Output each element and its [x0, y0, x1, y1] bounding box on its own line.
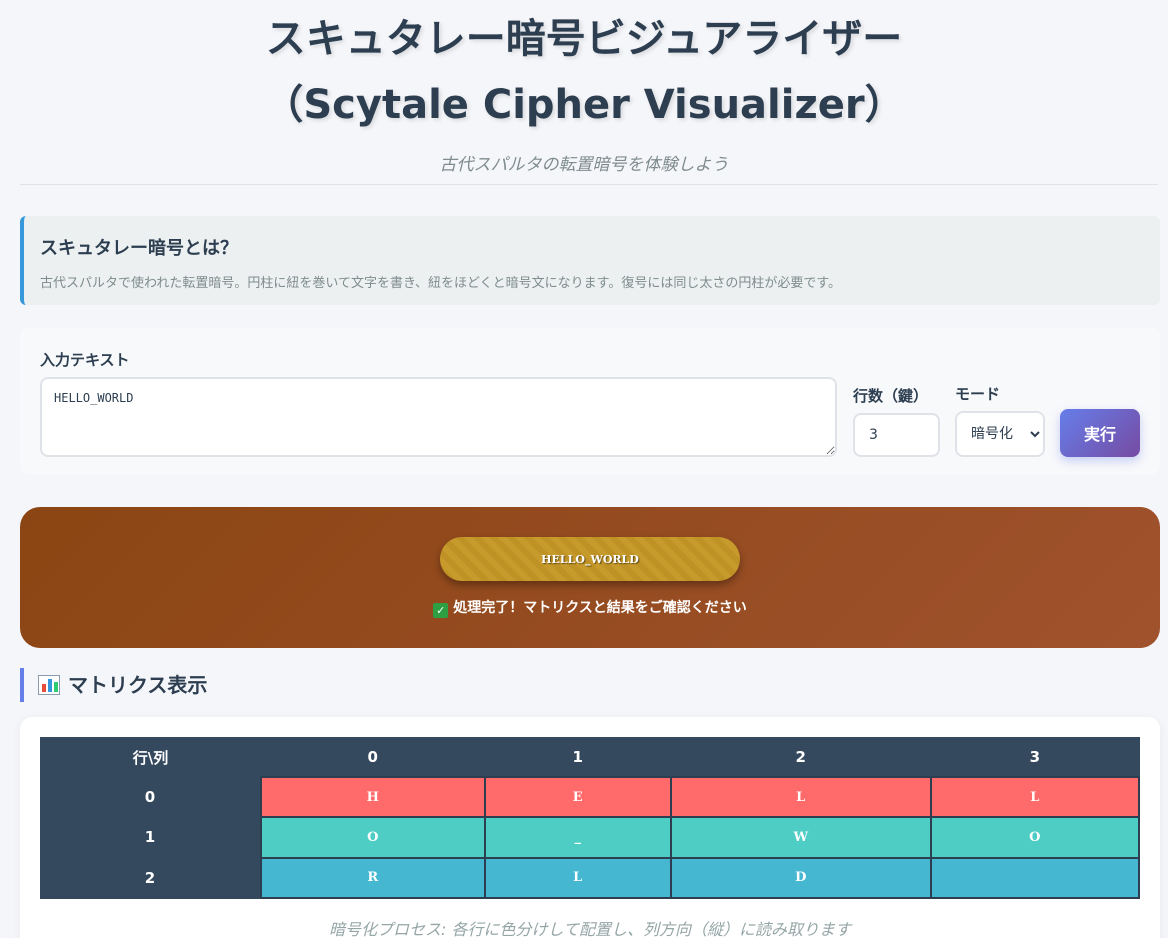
matrix-cell: R [260, 856, 486, 900]
matrix-row: 2 R L D [40, 856, 1141, 900]
matrix-section-title: マトリクス表示 [20, 668, 207, 702]
matrix-row-header: 0 [144, 788, 156, 807]
execute-button[interactable]: 実行 [1060, 409, 1140, 457]
input-text-label: 入力テキスト [40, 351, 130, 369]
matrix-cell: D [669, 856, 932, 900]
check-icon: ✓ [433, 603, 449, 618]
matrix-card: 行\列 0 1 2 3 0 H E L L 1 O _ W O 2 R L D … [20, 717, 1160, 938]
page-title-line1: スキュタレー暗号ビジュアライザー [265, 16, 903, 62]
input-text-field[interactable]: HELLO_WORLD [40, 377, 837, 457]
matrix-corner-header: 行\列 [132, 748, 169, 767]
scroll-visual-panel: HELLO_WORLD ✓ 処理完了！マトリクスと結果をご確認ください [20, 507, 1160, 648]
scroll-strip: HELLO_WORLD [440, 537, 740, 581]
page-header: スキュタレー暗号ビジュアライザー （Scytale Cipher Visuali… [0, 0, 1168, 175]
matrix-cell: E [483, 775, 672, 819]
rows-label: 行数（鍵） [853, 387, 929, 405]
header-divider [20, 184, 1158, 185]
matrix-cell: _ [483, 816, 672, 859]
matrix-col-header: 1 [572, 747, 583, 766]
controls-panel: 入力テキスト HELLO_WORLD 行数（鍵） モード 暗号化 実行 [20, 328, 1160, 474]
matrix-header-row: 行\列 0 1 2 3 [40, 737, 1139, 777]
matrix-cell: L [669, 775, 932, 819]
status-message: ✓ 処理完了！マトリクスと結果をご確認ください [20, 597, 1160, 618]
page-subtitle: 古代スパルタの転置暗号を体験しよう [439, 155, 729, 175]
info-title: スキュタレー暗号とは？ [40, 238, 238, 259]
matrix-cell: L [929, 775, 1141, 819]
matrix-row-header: 2 [144, 868, 156, 887]
matrix-row: 1 O _ W O [40, 816, 1141, 859]
status-text: 処理完了！マトリクスと結果をご確認ください [453, 600, 747, 616]
info-text: 古代スパルタで使われた転置暗号。円柱に紐を巻いて文字を書き、紐をほどくと暗号文に… [40, 276, 842, 291]
info-box: スキュタレー暗号とは？ 古代スパルタで使われた転置暗号。円柱に紐を巻いて文字を書… [20, 216, 1160, 305]
matrix-cell: W [669, 816, 932, 859]
scroll-text: HELLO_WORLD [541, 552, 639, 566]
matrix-row-header: 1 [144, 828, 156, 847]
matrix-col-header: 3 [1029, 747, 1040, 766]
matrix-caption: 暗号化プロセス: 各行に色分けして配置し、列方向（縦）に読み取ります [329, 920, 851, 938]
matrix-section-title-text: マトリクス表示 [68, 673, 208, 697]
matrix-row: 0 H E L L [40, 775, 1141, 819]
matrix-table: 行\列 0 1 2 3 0 H E L L 1 O _ W O 2 R L D [40, 737, 1141, 900]
bar-chart-icon [38, 675, 60, 695]
page-title-line2: （Scytale Cipher Visualizer） [263, 82, 905, 128]
matrix-col-header: 2 [795, 747, 806, 766]
matrix-cell: O [929, 816, 1141, 859]
matrix-cell [929, 856, 1141, 900]
rows-input[interactable] [853, 413, 940, 457]
mode-select[interactable]: 暗号化 [955, 411, 1045, 457]
mode-label: モード [955, 385, 1001, 403]
matrix-cell: H [260, 775, 486, 819]
matrix-cell: L [483, 856, 672, 900]
matrix-cell: O [260, 816, 486, 859]
matrix-col-header: 0 [367, 747, 378, 766]
